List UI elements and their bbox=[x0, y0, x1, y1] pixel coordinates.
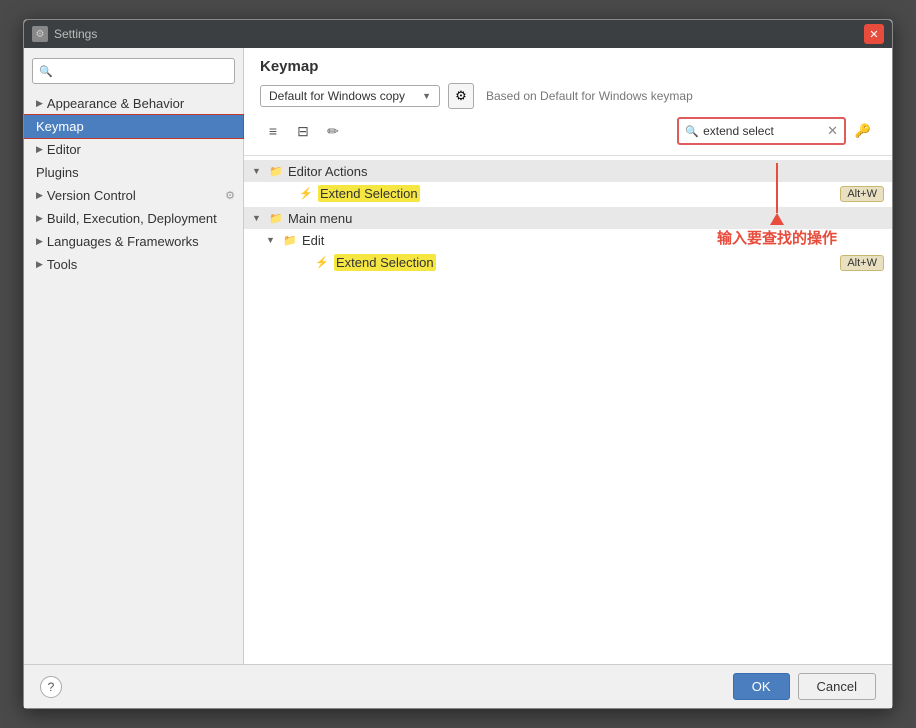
action-icon: ⚡ bbox=[298, 186, 314, 202]
settings-window: ⚙ Settings ✕ 🔍 ▶ Appearance & Behavior K… bbox=[23, 19, 893, 709]
sidebar-item-plugins[interactable]: Plugins bbox=[24, 161, 243, 184]
collapse-all-button[interactable]: ⊟ bbox=[290, 118, 316, 144]
sidebar-item-label: Tools bbox=[47, 257, 77, 272]
sidebar-search-input[interactable] bbox=[57, 64, 228, 78]
tree-row-edit-group[interactable]: ▼ 📁 Edit bbox=[244, 229, 892, 251]
gear-icon: ⚙ bbox=[225, 189, 235, 202]
extend-selection-1-label: Extend Selection bbox=[318, 185, 420, 202]
tree-row-editor-actions-header[interactable]: ▼ 📁 Editor Actions bbox=[244, 160, 892, 182]
tree-row-extend-selection-1[interactable]: ⚡ Extend Selection Alt+W bbox=[244, 182, 892, 205]
chevron-icon: ▶ bbox=[36, 144, 43, 155]
expand-icon: ▼ bbox=[252, 213, 266, 223]
keymap-search-field[interactable]: 🔍 ✕ bbox=[677, 117, 846, 145]
search-icon: 🔍 bbox=[685, 125, 699, 138]
sidebar-item-label: Version Control bbox=[47, 188, 136, 203]
folder-icon: 📁 bbox=[268, 163, 284, 179]
keymap-settings-button[interactable]: ⚙ bbox=[448, 83, 474, 109]
chevron-icon: ▶ bbox=[36, 236, 43, 247]
sidebar-search-box[interactable]: 🔍 bbox=[32, 58, 235, 84]
dropdown-arrow-icon: ▼ bbox=[422, 91, 431, 101]
gear-icon: ⚙ bbox=[455, 88, 467, 104]
close-button[interactable]: ✕ bbox=[864, 24, 884, 44]
chevron-icon: ▶ bbox=[36, 259, 43, 270]
sidebar-search-icon: 🔍 bbox=[39, 65, 53, 78]
action-toolbar: ≡ ⊟ ✏ 🔍 ✕ 🔑 bbox=[260, 117, 876, 145]
tree-area: ▼ 📁 Editor Actions ⚡ Extend Selection Al… bbox=[244, 156, 892, 664]
sidebar: 🔍 ▶ Appearance & Behavior Keymap ▶ Edito… bbox=[24, 48, 244, 664]
titlebar: ⚙ Settings ✕ bbox=[24, 20, 892, 48]
folder-icon: 📁 bbox=[282, 232, 298, 248]
main-panel-wrapper: Keymap Default for Windows copy ▼ ⚙ Base… bbox=[244, 48, 892, 664]
expand-icon: ▼ bbox=[266, 235, 280, 245]
edit-group-label: Edit bbox=[302, 233, 324, 248]
panel-header: Keymap Default for Windows copy ▼ ⚙ Base… bbox=[244, 48, 892, 156]
sidebar-item-tools[interactable]: ▶ Tools bbox=[24, 253, 243, 276]
clear-search-button[interactable]: ✕ bbox=[827, 123, 838, 139]
titlebar-left: ⚙ Settings bbox=[32, 26, 97, 42]
tree-section-main-menu: ▼ 📁 Main menu ▼ 📁 Edit ⚡ bbox=[244, 207, 892, 274]
action-icon: ⚡ bbox=[314, 255, 330, 271]
keymap-toolbar: Default for Windows copy ▼ ⚙ Based on De… bbox=[260, 83, 876, 109]
window-title: Settings bbox=[54, 27, 97, 41]
expand-all-button[interactable]: ≡ bbox=[260, 118, 286, 144]
editor-actions-label: Editor Actions bbox=[288, 164, 368, 179]
sidebar-item-keymap[interactable]: Keymap bbox=[24, 115, 243, 138]
keymap-dropdown-label: Default for Windows copy bbox=[269, 89, 405, 103]
extend-selection-2-shortcut: Alt+W bbox=[840, 255, 884, 271]
edit-button[interactable]: ✏ bbox=[320, 118, 346, 144]
sidebar-item-label: Appearance & Behavior bbox=[47, 96, 184, 111]
sidebar-item-build[interactable]: ▶ Build, Execution, Deployment bbox=[24, 207, 243, 230]
extend-selection-2-label: Extend Selection bbox=[334, 254, 436, 271]
main-menu-label: Main menu bbox=[288, 211, 352, 226]
tree-section-editor-actions: ▼ 📁 Editor Actions ⚡ Extend Selection Al… bbox=[244, 160, 892, 205]
keymap-search-input[interactable] bbox=[703, 124, 823, 138]
ok-button[interactable]: OK bbox=[733, 673, 790, 700]
sidebar-item-label: Keymap bbox=[36, 119, 84, 134]
expand-icon: ▼ bbox=[252, 166, 266, 176]
cancel-button[interactable]: Cancel bbox=[798, 673, 876, 700]
bottom-buttons: OK Cancel bbox=[733, 673, 876, 700]
sidebar-item-vcs[interactable]: ▶ Version Control ⚙ bbox=[24, 184, 243, 207]
extend-selection-1-shortcut: Alt+W bbox=[840, 186, 884, 202]
find-by-shortcut-button[interactable]: 🔑 bbox=[850, 118, 876, 144]
app-icon: ⚙ bbox=[32, 26, 48, 42]
chevron-icon: ▶ bbox=[36, 98, 43, 109]
sidebar-item-editor[interactable]: ▶ Editor bbox=[24, 138, 243, 161]
tree-row-main-menu-header[interactable]: ▼ 📁 Main menu bbox=[244, 207, 892, 229]
sidebar-item-appearance[interactable]: ▶ Appearance & Behavior bbox=[24, 92, 243, 115]
main-panel: Keymap Default for Windows copy ▼ ⚙ Base… bbox=[244, 48, 892, 664]
chevron-icon: ▶ bbox=[36, 190, 43, 201]
chevron-icon: ▶ bbox=[36, 213, 43, 224]
panel-title: Keymap bbox=[260, 58, 876, 75]
sidebar-item-label: Plugins bbox=[36, 165, 79, 180]
bottom-bar: ? OK Cancel bbox=[24, 664, 892, 708]
sidebar-item-label: Editor bbox=[47, 142, 81, 157]
tree-row-extend-selection-2[interactable]: ⚡ Extend Selection Alt+W bbox=[244, 251, 892, 274]
help-button[interactable]: ? bbox=[40, 676, 62, 698]
keymap-dropdown[interactable]: Default for Windows copy ▼ bbox=[260, 85, 440, 107]
content-area: 🔍 ▶ Appearance & Behavior Keymap ▶ Edito… bbox=[24, 48, 892, 664]
sidebar-item-label: Languages & Frameworks bbox=[47, 234, 199, 249]
sidebar-item-languages[interactable]: ▶ Languages & Frameworks bbox=[24, 230, 243, 253]
sidebar-item-label: Build, Execution, Deployment bbox=[47, 211, 217, 226]
folder-icon: 📁 bbox=[268, 210, 284, 226]
based-on-label: Based on Default for Windows keymap bbox=[486, 89, 693, 103]
